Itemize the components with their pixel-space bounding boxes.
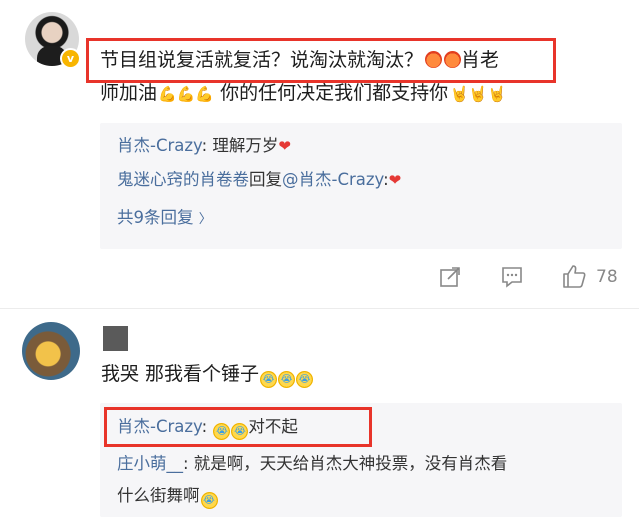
- crying-emoji-icon: 😭: [213, 423, 231, 440]
- reply-text-cont: 什么街舞啊: [117, 486, 200, 505]
- reply-item-cont: 什么街舞啊 😭: [117, 481, 218, 511]
- reply-sep: :: [201, 417, 208, 436]
- reply-item[interactable]: 肖杰-Crazy: 理解万岁❤: [117, 131, 291, 161]
- reply-text: 对不起: [248, 417, 298, 436]
- reply-user[interactable]: 鬼迷心窍的肖卷卷: [117, 170, 249, 189]
- crying-emoji-icon: 😭: [278, 371, 296, 388]
- reply-user[interactable]: 肖杰-Crazy: [117, 417, 202, 436]
- comment-text: 我哭 那我看个锤子 😭 😭 😭: [101, 358, 314, 391]
- crying-emoji-icon: 😭: [231, 423, 249, 440]
- heart-icon: ❤: [278, 137, 291, 155]
- post-text: 节目组说复活就复活？说淘汰就淘汰？ 肖老 师加油💪💪💪 你的任何决定我们都支持你 🤘…: [100, 44, 625, 111]
- crying-emoji-icon: 😭: [200, 492, 218, 509]
- more-replies-label: 共9条回复: [117, 208, 194, 227]
- reply-user[interactable]: 肖杰-Crazy: [117, 136, 202, 155]
- reply-item[interactable]: 庄小萌__: 就是啊，天天给肖杰大神投票，没有肖杰看: [117, 449, 507, 479]
- like-count: 78: [596, 267, 618, 287]
- like-icon: [563, 265, 586, 288]
- share-button[interactable]: [439, 266, 461, 288]
- muscle-emoji-icon: 💪💪💪: [158, 85, 215, 103]
- reply-user[interactable]: 庄小萌__: [117, 454, 183, 473]
- post-line2b: 你的任何决定我们都支持你: [220, 82, 449, 104]
- chevron-right-icon: 〉: [198, 212, 212, 227]
- reply-text: 就是啊，天天给肖杰大神投票，没有肖杰看: [188, 454, 508, 473]
- post-line1-tail: 肖老: [461, 49, 500, 71]
- crying-emoji-icon: 😭: [296, 371, 314, 388]
- rock-hand-emoji-icon: 🤘🤘🤘: [450, 85, 507, 103]
- more-replies-link[interactable]: 共9条回复 〉: [117, 203, 212, 235]
- angry-emoji-icon: [425, 51, 443, 68]
- angry-emoji-icon: [444, 51, 462, 68]
- comment-text-content: 我哭 那我看个锤子: [101, 363, 260, 385]
- heart-icon: ❤: [388, 171, 402, 189]
- divider: [0, 308, 639, 309]
- post-line2: 师加油: [100, 82, 158, 104]
- avatar[interactable]: [22, 322, 80, 380]
- reply-item[interactable]: 鬼迷心窍的肖卷卷回复@肖杰-Crazy:❤: [117, 165, 401, 195]
- share-icon: [440, 267, 460, 287]
- comment-icon: [502, 267, 522, 288]
- verified-badge-icon: v: [60, 48, 81, 69]
- comment-button[interactable]: [500, 265, 524, 289]
- post-line1: 节目组说复活就复活？说淘汰就淘汰？: [100, 49, 424, 71]
- username-redacted: [103, 326, 128, 351]
- reply-mid: 回复: [249, 170, 282, 189]
- like-button[interactable]: [561, 263, 587, 289]
- crying-emoji-icon: 😭: [260, 371, 278, 388]
- reply-item[interactable]: 肖杰-Crazy: 😭 😭 对不起: [117, 412, 298, 442]
- reply-mention[interactable]: @肖杰-Crazy: [282, 170, 383, 189]
- reply-text: 理解万岁: [207, 136, 279, 155]
